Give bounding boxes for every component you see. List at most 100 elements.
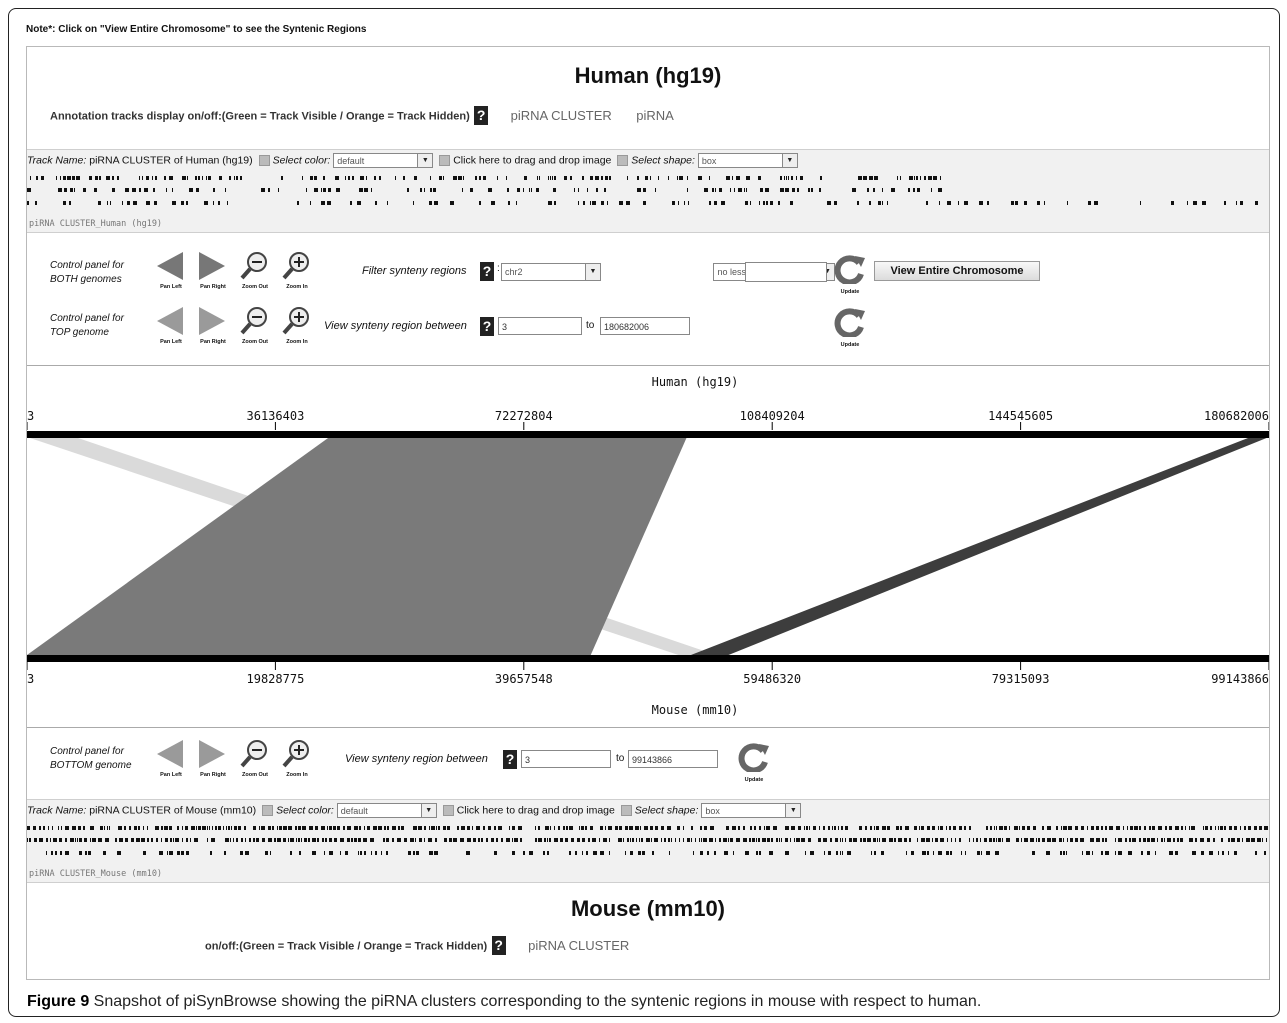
track-feature — [798, 826, 801, 830]
track-toggle-pirna-cluster[interactable]: piRNA CLUSTER — [528, 938, 629, 953]
track-feature — [1228, 851, 1229, 855]
track-feature — [926, 838, 930, 842]
track-feature — [773, 826, 777, 830]
track-feature — [1022, 826, 1025, 830]
checkbox[interactable] — [262, 805, 274, 816]
track-feature — [431, 826, 435, 830]
help-icon[interactable]: ? — [480, 317, 494, 336]
zoom-in-icon — [282, 740, 309, 768]
track-feature — [453, 838, 457, 842]
track-feature — [1021, 838, 1022, 842]
pan-left-button[interactable]: Pan Left — [155, 250, 185, 290]
track-feature — [805, 851, 806, 855]
track-feature — [981, 851, 982, 855]
track-feature — [357, 201, 361, 205]
track-feature — [169, 851, 173, 855]
track-feature — [483, 826, 485, 830]
track-feature — [734, 188, 735, 192]
from-input[interactable]: 3 — [521, 750, 611, 768]
help-icon[interactable]: ? — [503, 750, 517, 769]
track-feature — [1102, 838, 1104, 842]
track-feature — [919, 826, 920, 830]
track-feature — [309, 826, 313, 830]
track-feature — [976, 838, 978, 842]
drag-drop-label[interactable]: Click here to drag and drop image — [453, 154, 611, 166]
track-feature — [1255, 201, 1258, 205]
to-input[interactable]: 99143866 — [628, 750, 718, 768]
track-feature — [224, 851, 226, 855]
zoom-out-button[interactable]: Zoom Out — [239, 250, 269, 290]
zoom-in-icon — [282, 252, 309, 280]
track-feature — [766, 201, 768, 205]
help-icon[interactable]: ? — [491, 936, 506, 955]
track-feature — [728, 838, 729, 842]
track-feature — [1094, 201, 1098, 205]
track-feature — [182, 826, 183, 830]
zoom-in-button[interactable]: Zoom In — [281, 738, 311, 778]
track-feature — [491, 838, 494, 842]
color-select[interactable]: default ▼ — [336, 803, 437, 818]
zoom-in-button[interactable]: Zoom In — [281, 305, 311, 345]
track-feature — [133, 201, 137, 205]
chevron-down-icon: ▼ — [781, 154, 797, 167]
track-feature — [125, 188, 129, 192]
track-feature — [699, 838, 700, 842]
track-feature — [112, 176, 114, 180]
track-feature — [1024, 838, 1028, 842]
zoom-out-button[interactable]: Zoom Out — [239, 738, 269, 778]
checkbox[interactable] — [620, 805, 632, 816]
checkbox[interactable] — [617, 155, 629, 166]
zoom-out-button[interactable]: Zoom Out — [239, 305, 269, 345]
checkbox[interactable] — [442, 805, 454, 816]
track-feature — [523, 851, 525, 855]
track-feature — [213, 188, 215, 192]
track-feature — [582, 851, 583, 855]
shape-select[interactable]: box ▼ — [697, 153, 798, 168]
track-feature — [900, 826, 902, 830]
track-feature — [1262, 838, 1263, 842]
track-feature — [921, 838, 925, 842]
threshold-input[interactable] — [745, 262, 827, 282]
track-feature — [608, 826, 612, 830]
track-feature — [1221, 838, 1223, 842]
track-feature — [424, 838, 425, 842]
checkbox[interactable] — [258, 155, 270, 166]
view-entire-chromosome-button[interactable]: View Entire Chromosome — [874, 261, 1040, 281]
update-button[interactable]: Update — [737, 742, 771, 783]
track-feature — [605, 826, 606, 830]
zoom-in-button[interactable]: Zoom In — [281, 250, 311, 290]
track-feature — [194, 838, 198, 842]
to-input[interactable]: 180682006 — [600, 317, 690, 335]
track-feature — [1264, 851, 1266, 855]
help-icon[interactable]: ? — [480, 262, 494, 281]
track-feature — [443, 826, 446, 830]
track-feature — [545, 826, 549, 830]
pan-left-button[interactable]: Pan Left — [155, 738, 185, 778]
pan-right-button[interactable]: Pan Right — [197, 305, 227, 345]
shape-select[interactable]: box ▼ — [701, 803, 802, 818]
track-toggle-pirna-cluster[interactable]: piRNA CLUSTER — [511, 108, 612, 123]
from-input[interactable]: 3 — [498, 317, 582, 335]
track-feature — [701, 838, 702, 842]
update-button[interactable]: Update — [833, 307, 867, 348]
pan-left-label: Pan Left — [160, 772, 182, 778]
track-feature — [1224, 826, 1226, 830]
track-feature — [298, 826, 301, 830]
track-feature — [51, 851, 53, 855]
pan-left-button[interactable]: Pan Left — [155, 305, 185, 345]
track-feature — [909, 176, 913, 180]
drag-drop-label[interactable]: Click here to drag and drop image — [457, 804, 615, 816]
track-feature — [1187, 201, 1188, 205]
track-feature — [1070, 838, 1073, 842]
track-feature — [623, 838, 624, 842]
help-icon[interactable]: ? — [474, 106, 489, 125]
update-button[interactable]: Update — [833, 254, 867, 295]
chromosome-select[interactable]: chr2 ▼ — [501, 263, 601, 281]
track-feature — [290, 851, 292, 855]
color-select[interactable]: default ▼ — [333, 153, 434, 168]
pan-right-button[interactable]: Pan Right — [197, 738, 227, 778]
checkbox[interactable] — [439, 155, 451, 166]
track-toggle-pirna[interactable]: piRNA — [636, 108, 674, 123]
track-feature — [122, 201, 123, 205]
pan-right-button[interactable]: Pan Right — [197, 250, 227, 290]
